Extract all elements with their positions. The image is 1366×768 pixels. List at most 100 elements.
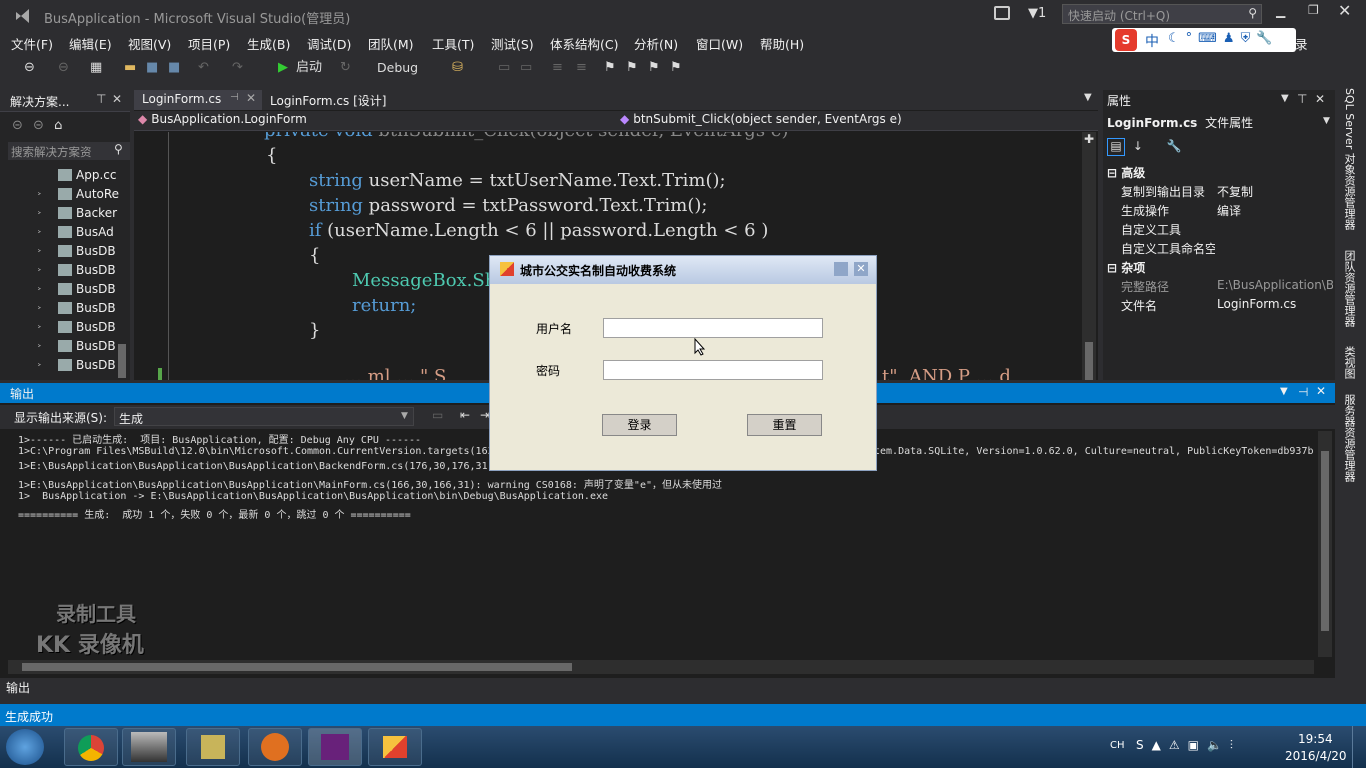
tray-icons[interactable]: S▲⚠▣🔈⫶ xyxy=(1136,738,1241,753)
minimize-button[interactable]: ▁ xyxy=(1276,4,1290,18)
class-dropdown[interactable]: ◆ BusApplication.LoginForm xyxy=(138,112,616,130)
sol-back-icon[interactable]: ⊝ xyxy=(12,118,23,133)
property-pages-icon[interactable]: 🔧 xyxy=(1167,139,1182,153)
alphabetical-icon[interactable]: ↓ xyxy=(1133,139,1143,153)
editor-scrollbar[interactable]: ✚ xyxy=(1082,132,1096,380)
taskbar-visual-studio[interactable] xyxy=(308,728,362,766)
side-tab-server-explorer[interactable]: 服务器资源管理器 xyxy=(1341,394,1357,482)
undo-icon[interactable]: ↶ xyxy=(198,60,209,76)
expand-icon[interactable]: ▷ xyxy=(38,208,41,218)
tab-overflow-icon[interactable]: ▼ xyxy=(1084,92,1092,103)
tab-loginform-cs[interactable]: LoginForm.cs ⊣ ✕ xyxy=(134,90,262,110)
menu-test[interactable]: 测试(S) xyxy=(491,34,534,53)
show-desktop-button[interactable] xyxy=(1352,726,1366,768)
expand-icon[interactable]: ▷ xyxy=(38,246,41,256)
property-category[interactable]: ⊟ 高级 xyxy=(1107,164,1145,181)
solution-tree-item[interactable]: ▷ BusDB xyxy=(38,244,134,263)
start-icon[interactable]: ▶ xyxy=(278,60,288,76)
menu-window[interactable]: 窗口(W) xyxy=(696,34,743,53)
login-button[interactable]: 登录 xyxy=(602,414,677,436)
menu-build[interactable]: 生成(B) xyxy=(247,34,290,53)
dock-icon[interactable]: ⊣ xyxy=(1298,385,1308,399)
solution-tree-item[interactable]: ▷ Backer xyxy=(38,206,134,225)
taskbar-tool[interactable] xyxy=(186,728,240,766)
side-tab-sql-server[interactable]: SQL Server 对象资源管理器 xyxy=(1341,88,1357,230)
menu-help[interactable]: 帮助(H) xyxy=(760,34,804,53)
split-icon[interactable]: ✚ xyxy=(1084,132,1094,146)
collapse-icon[interactable]: ⊟ xyxy=(1107,166,1121,180)
start-button[interactable]: 启动 xyxy=(296,60,322,76)
quick-launch-input[interactable]: 快速启动 (Ctrl+Q) ⚲ xyxy=(1062,4,1262,24)
property-row[interactable]: 自定义工具命名空 xyxy=(1121,240,1333,258)
save-all-icon[interactable]: ■ xyxy=(168,60,180,76)
solution-tree-item[interactable]: ▷ BusDB xyxy=(38,282,134,301)
property-row[interactable]: 完整路径 E:\BusApplication\B xyxy=(1121,278,1333,296)
solution-scrollbar[interactable] xyxy=(118,344,126,378)
dialog-minimize-button[interactable] xyxy=(834,262,848,276)
expand-icon[interactable]: ▷ xyxy=(38,284,41,294)
member-dropdown[interactable]: ◆ btnSubmit_Click(object sender, EventArg… xyxy=(620,112,1090,130)
dropdown-icon[interactable]: ▼ xyxy=(1280,386,1288,397)
password-input[interactable] xyxy=(603,360,823,380)
property-row[interactable]: 生成操作 编译 xyxy=(1121,202,1333,220)
open-icon[interactable]: ▬ xyxy=(124,60,136,76)
reset-button[interactable]: 重置 xyxy=(747,414,822,436)
toolbar-icon-b[interactable]: ▭ xyxy=(520,60,532,76)
sol-forward-icon[interactable]: ⊝ xyxy=(33,118,44,133)
expand-icon[interactable]: ▷ xyxy=(38,322,41,332)
feedback-icon[interactable] xyxy=(994,6,1010,20)
property-row[interactable]: 复制到输出目录 不复制 xyxy=(1121,183,1333,201)
home-icon[interactable]: ⌂ xyxy=(54,118,62,133)
close-pane-icon[interactable]: ✕ xyxy=(1315,92,1325,106)
new-project-icon[interactable]: ▦ xyxy=(90,60,102,76)
output-nav-icon-b[interactable]: ⇤ xyxy=(460,408,470,422)
menu-analyze[interactable]: 分析(N) xyxy=(634,34,678,53)
tab-close-icon[interactable]: ✕ xyxy=(246,91,256,105)
solution-tree-item[interactable]: ▷ BusDB xyxy=(38,263,134,282)
tab-pin-icon[interactable]: ⊣ xyxy=(230,92,239,103)
menu-debug[interactable]: 调试(D) xyxy=(307,34,351,53)
output-source-select[interactable]: 生成 ▼ xyxy=(114,407,414,426)
expand-icon[interactable]: ▷ xyxy=(38,303,41,313)
solution-tree-item[interactable]: ▷ AutoRe xyxy=(38,187,134,206)
back-icon[interactable]: ⊖ xyxy=(24,60,35,76)
expand-icon[interactable]: ▷ xyxy=(38,189,41,199)
prev-bookmark-icon[interactable]: ⚑ xyxy=(626,60,638,76)
menu-project[interactable]: 项目(P) xyxy=(188,34,230,53)
output-nav-icon-a[interactable]: ▭ xyxy=(432,408,443,422)
find-icon[interactable]: ⛁ xyxy=(452,60,463,76)
configuration-select[interactable]: Debug xyxy=(373,58,435,78)
taskbar-chrome[interactable] xyxy=(64,728,118,766)
property-row[interactable]: 文件名 LoginForm.cs xyxy=(1121,297,1333,315)
attach-icon[interactable]: ↻ xyxy=(340,60,351,76)
comment-icon[interactable]: ≡ xyxy=(552,60,563,76)
properties-object-select[interactable]: LoginForm.cs 文件属性 ▼ xyxy=(1107,114,1333,132)
output-bottom-tab[interactable]: 输出 xyxy=(0,678,1366,704)
clear-bookmark-icon[interactable]: ⚑ xyxy=(670,60,682,76)
property-row[interactable]: 自定义工具 xyxy=(1121,221,1333,239)
menu-architecture[interactable]: 体系结构(C) xyxy=(550,34,618,53)
restore-button[interactable]: ❐ xyxy=(1308,3,1322,17)
solution-tree-item[interactable]: ▷ BusAd xyxy=(38,225,134,244)
expand-icon[interactable]: ▷ xyxy=(38,341,41,351)
close-button[interactable]: ✕ xyxy=(1338,1,1352,20)
uncomment-icon[interactable]: ≡ xyxy=(576,60,587,76)
clock-date[interactable]: 2016/4/20 xyxy=(1285,749,1347,763)
expand-icon[interactable]: ▷ xyxy=(38,227,41,237)
menu-tools[interactable]: 工具(T) xyxy=(432,34,474,53)
dropdown-icon[interactable]: ▼ xyxy=(1281,93,1289,104)
toolbar-icon-a[interactable]: ▭ xyxy=(498,60,510,76)
output-vscrollbar[interactable] xyxy=(1318,431,1332,657)
taskbar-app[interactable] xyxy=(368,728,422,766)
redo-icon[interactable]: ↷ xyxy=(232,60,243,76)
menu-team[interactable]: 团队(M) xyxy=(368,34,414,53)
taskbar-recorder[interactable] xyxy=(248,728,302,766)
side-tab-team-explorer[interactable]: 团队资源管理器 xyxy=(1341,250,1357,327)
pin-icon[interactable]: ⊤ xyxy=(1297,92,1307,106)
categorized-icon[interactable]: ▤ xyxy=(1107,138,1125,156)
taskbar-photo[interactable] xyxy=(122,728,176,766)
tab-loginform-designer[interactable]: LoginForm.cs [设计] xyxy=(264,90,404,110)
collapse-icon[interactable]: ⊟ xyxy=(1107,261,1121,275)
expand-icon[interactable]: ▷ xyxy=(38,265,41,275)
next-bookmark-icon[interactable]: ⚑ xyxy=(648,60,660,76)
